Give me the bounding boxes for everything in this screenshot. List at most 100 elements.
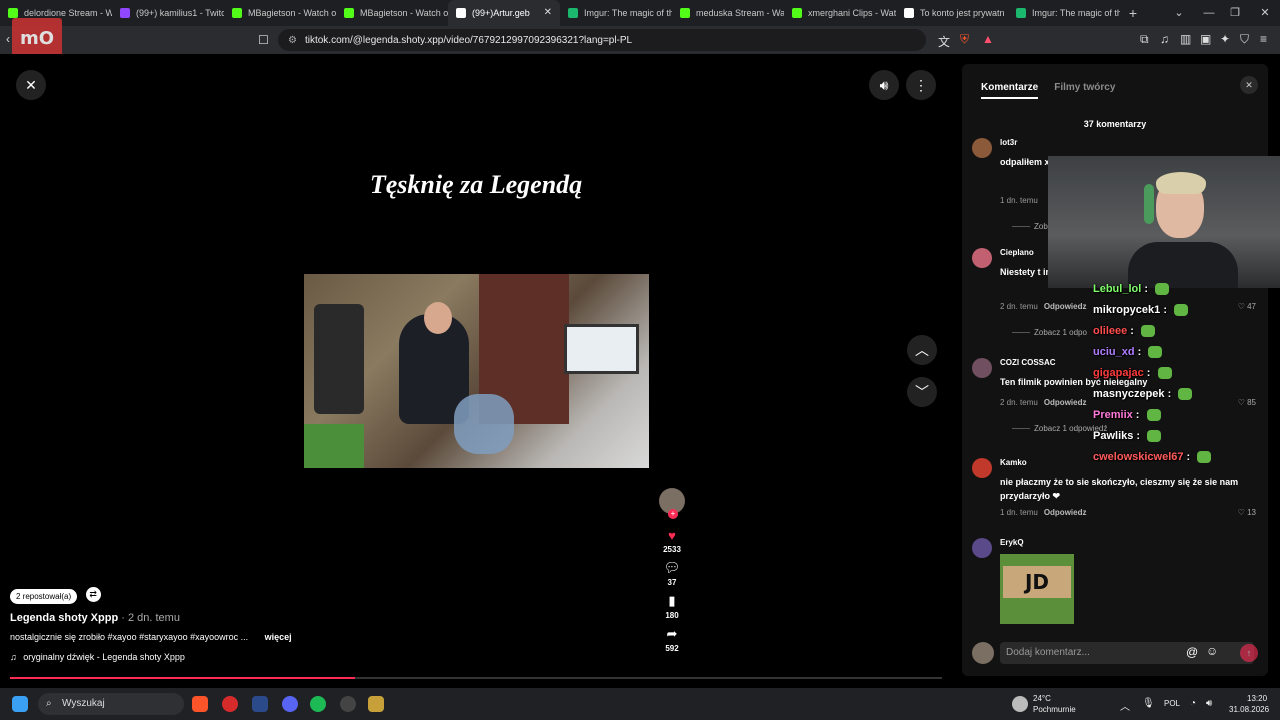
browser-tab[interactable]: xmerghani Clips - Wat [784,0,896,26]
video-progress-bar[interactable] [10,677,942,679]
view-replies-link[interactable]: Zobacz 1 odpo [1012,328,1087,337]
app-taskbar-icon[interactable] [222,696,238,712]
browser-tab-strip: delordione Stream - W (99+) kamilius1 - T… [0,0,1280,26]
chat-username: cwelowskicwel67 [1093,451,1184,463]
repost-label: 2 repostował(a) [16,592,72,601]
menu-icon[interactable]: ≡ [1260,32,1267,46]
browser-tab[interactable]: (99+) kamilius1 - Twitc [112,0,224,26]
brave-shields-icon[interactable]: ⛨ [960,32,969,47]
favicon-icon [344,8,354,18]
volume-tray-icon[interactable]: 🔊︎ [1206,698,1212,709]
comment-image: JD [1000,554,1074,624]
commenter-avatar[interactable] [972,538,992,558]
clock-date[interactable]: 31.08.2026 [1229,705,1269,714]
save-count: 180 [665,611,679,620]
view-replies-link[interactable]: Zoba [1012,222,1052,231]
translate-icon[interactable]: 文 [938,33,950,50]
tab-creator-videos[interactable]: Filmy twórcy [1054,82,1115,99]
reply-link[interactable]: Odpowiedz [1044,302,1087,311]
follow-plus-icon[interactable]: + [668,509,678,519]
discord-taskbar-icon[interactable] [282,696,298,712]
bookmark-icon[interactable]: ☐ [258,33,269,47]
close-tab-icon[interactable]: ✕ [544,7,552,18]
close-panel-button[interactable]: ✕ [1240,76,1258,94]
browser-tab[interactable]: (99+)Artur.geb ✕ [448,0,560,26]
more-link[interactable]: więcej [265,632,292,642]
sound-line[interactable]: ♫ oryginalny dźwięk - Legenda shoty Xppp [10,652,650,662]
site-info-icon[interactable]: ⚙ [288,35,297,46]
favicon-icon [232,8,242,18]
commenter-name[interactable]: COZI COSSAC [1000,358,1056,367]
language-indicator[interactable]: POL [1164,699,1180,708]
commenter-avatar[interactable] [972,248,992,268]
send-button[interactable]: ↑ [1240,644,1258,662]
new-tab-button[interactable]: + [1120,5,1146,21]
clock-time[interactable]: 13:20 [1247,694,1267,703]
commenter-avatar[interactable] [972,458,992,478]
start-icon[interactable] [12,696,28,712]
leo-ai-icon[interactable]: ✦ [1220,32,1230,46]
microphone-icon[interactable]: 🎙︎ [1142,698,1155,709]
volume-icon[interactable]: 🔊︎ [869,70,899,100]
browser-tab[interactable]: Imgur: The magic of th [560,0,672,26]
tray-chevron-icon[interactable]: ︿ [1120,698,1130,713]
author-name[interactable]: Legenda shoty Xppp [10,612,118,624]
back-icon[interactable]: ‹ [6,32,10,46]
commenter-avatar[interactable] [972,138,992,158]
taskbar-search[interactable]: ⌕ Wyszukaj [38,693,184,715]
reply-link[interactable]: Odpowiedz [1044,508,1087,517]
creator-avatar[interactable]: + [659,488,685,519]
comment-item: ErykQ JD [972,538,1262,624]
emoji-icon[interactable]: ☺ [1206,644,1218,658]
browser-tab[interactable]: To konto jest prywatn [896,0,1008,26]
spotify-taskbar-icon[interactable] [310,696,326,712]
url-field[interactable]: ⚙ tiktok.com/@legenda.shoty.xpp/video/76… [278,29,926,51]
streamer-webcam-overlay [1048,156,1280,288]
mention-icon[interactable]: @ [1186,645,1198,659]
weather-icon[interactable] [1012,696,1028,712]
commenter-name[interactable]: ErykQ [1000,538,1024,547]
vpn-icon[interactable]: ⛉ [1240,32,1249,47]
reply-link[interactable]: Odpowiedz [1044,398,1087,407]
chat-emote-icon [1155,283,1170,296]
browser-tab[interactable]: Imgur: The magic of th [1008,0,1120,26]
battlenet-taskbar-icon[interactable] [252,696,268,712]
comment-button[interactable]: 💬︎ 37 [657,560,687,587]
browser-tab[interactable]: MBagietson - Watch o [336,0,448,26]
brave-rewards-icon[interactable]: ▲ [982,32,994,46]
chat-message: Pawliks : [1093,430,1273,451]
comment-time: 1 dn. temu [1000,196,1038,205]
next-video-button[interactable]: ﹀ [907,377,937,407]
lol-taskbar-icon[interactable] [368,696,384,712]
commenter-name[interactable]: lot3r [1000,138,1017,147]
save-button[interactable]: ▮ 180 [657,593,687,620]
close-window-button[interactable]: ✕ [1250,0,1280,26]
comment-like[interactable]: ♡ 13 [1238,508,1256,517]
sidebar-icon[interactable]: ▥ [1180,32,1191,46]
commenter-avatar[interactable] [972,358,992,378]
share-button[interactable]: ➦ 592 [657,626,687,653]
repost-badge[interactable]: 2 repostował(a) [10,589,78,604]
previous-video-button[interactable]: ︿ [907,335,937,365]
wallet-icon[interactable]: ▣ [1200,32,1211,46]
obs-taskbar-icon[interactable] [340,696,356,712]
repost-icon[interactable]: ⇄ [85,587,101,603]
commenter-name[interactable]: Kamko [1000,458,1027,467]
share-icon: ➦ [666,626,678,641]
maximize-button[interactable]: ❐ [1220,0,1250,26]
tab-search-icon[interactable]: ⌄ [1164,0,1194,26]
like-button[interactable]: ♥ 2533 [657,528,687,554]
network-icon[interactable]: ◔ [1190,698,1196,709]
media-icon[interactable]: ♫ [1160,32,1169,46]
video-actions: + ♥ 2533 💬︎ 37 ▮ 180 ➦ 592 [657,488,687,653]
browser-tab[interactable]: meduska Stream - Wa [672,0,784,26]
commenter-name[interactable]: Cieplano [1000,248,1034,257]
extensions-icon[interactable]: ⧉ [1140,32,1149,47]
close-video-button[interactable]: ✕ [16,70,46,100]
brave-taskbar-icon[interactable] [192,696,208,712]
more-options-icon[interactable]: ⋮ [906,70,936,100]
browser-tab[interactable]: MBagietson - Watch o [224,0,336,26]
tab-comments[interactable]: Komentarze [981,82,1039,99]
favicon-icon [792,8,802,18]
chat-username: Pawliks [1093,430,1134,442]
